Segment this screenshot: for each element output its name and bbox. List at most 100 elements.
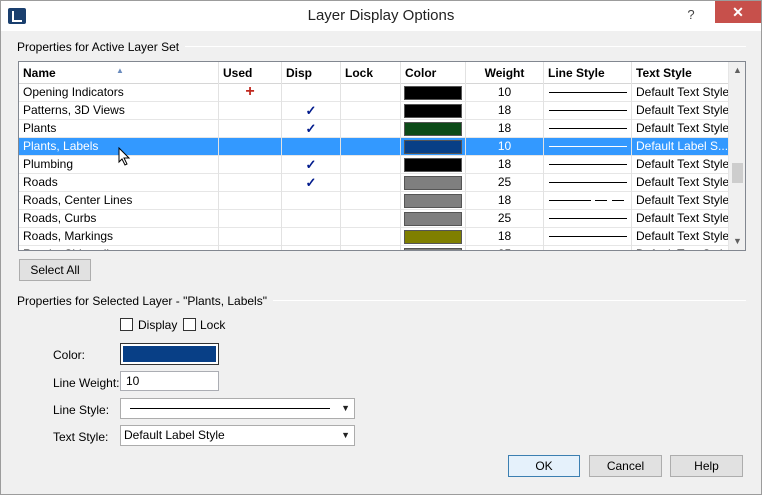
cell-text-style[interactable]: Default Text Style	[632, 120, 728, 138]
cell-used[interactable]	[219, 102, 282, 120]
cell-text-style[interactable]: Default Text Style	[632, 156, 728, 174]
scroll-down-icon[interactable]: ▼	[729, 233, 745, 250]
cell-text-style[interactable]: Default Text Style	[632, 210, 728, 228]
cell-weight[interactable]: 10	[466, 84, 544, 102]
table-row[interactable]: Roads, Sidewalks ✓ 25 Default Text Style	[19, 246, 728, 250]
table-row[interactable]: Roads, Markings 18 Default Text Style	[19, 228, 728, 246]
cell-used[interactable]	[219, 210, 282, 228]
cell-lock[interactable]	[341, 102, 401, 120]
cell-lock[interactable]	[341, 246, 401, 250]
cell-lock[interactable]	[341, 228, 401, 246]
cell-used[interactable]	[219, 246, 282, 250]
cell-disp[interactable]: ✓	[282, 102, 341, 120]
table-row[interactable]: Roads ✓ 25 Default Text Style	[19, 174, 728, 192]
cell-name[interactable]: Roads, Center Lines	[19, 192, 219, 210]
scrollbar-thumb[interactable]	[732, 163, 743, 183]
cell-color[interactable]	[401, 120, 466, 138]
color-picker-button[interactable]	[120, 343, 219, 365]
cell-text-style[interactable]: Default Text Style	[632, 102, 728, 120]
cell-disp[interactable]: ✓	[282, 246, 341, 250]
cell-name[interactable]: Roads, Markings	[19, 228, 219, 246]
cell-weight[interactable]: 18	[466, 156, 544, 174]
cell-used[interactable]	[219, 120, 282, 138]
cell-weight[interactable]: 18	[466, 192, 544, 210]
help-button[interactable]: Help	[670, 455, 743, 477]
table-row[interactable]: Roads, Curbs 25 Default Text Style	[19, 210, 728, 228]
cell-name[interactable]: Patterns, 3D Views	[19, 102, 219, 120]
cell-weight[interactable]: 18	[466, 228, 544, 246]
cell-text-style[interactable]: Default Text Style	[632, 84, 728, 102]
cell-lock[interactable]	[341, 84, 401, 102]
cell-color[interactable]	[401, 174, 466, 192]
cell-disp[interactable]	[282, 138, 341, 156]
cell-line-style[interactable]	[544, 192, 632, 210]
cell-line-style[interactable]	[544, 138, 632, 156]
cell-color[interactable]	[401, 246, 466, 250]
cell-disp[interactable]	[282, 84, 341, 102]
cell-used[interactable]	[219, 192, 282, 210]
cell-disp[interactable]: ✓	[282, 156, 341, 174]
cell-text-style[interactable]: Default Text Style	[632, 174, 728, 192]
cell-disp[interactable]	[282, 192, 341, 210]
cell-color[interactable]	[401, 138, 466, 156]
cell-weight[interactable]: 10	[466, 138, 544, 156]
col-text-style-header[interactable]: Text Style	[632, 62, 728, 84]
line-weight-input[interactable]: 10	[120, 371, 219, 391]
cell-lock[interactable]	[341, 138, 401, 156]
cell-used[interactable]	[219, 174, 282, 192]
cell-color[interactable]	[401, 228, 466, 246]
cell-weight[interactable]: 25	[466, 174, 544, 192]
cell-weight[interactable]: 18	[466, 102, 544, 120]
cell-name[interactable]: Roads	[19, 174, 219, 192]
cell-color[interactable]	[401, 156, 466, 174]
cell-disp[interactable]: ✓	[282, 120, 341, 138]
table-row[interactable]: Opening Indicators +10 Default Text Style	[19, 84, 728, 102]
title-help-button[interactable]: ?	[681, 7, 701, 25]
col-line-style-header[interactable]: Line Style	[544, 62, 632, 84]
cell-name[interactable]: Plants	[19, 120, 219, 138]
ok-button[interactable]: OK	[508, 455, 580, 477]
cell-disp[interactable]: ✓	[282, 174, 341, 192]
scroll-up-icon[interactable]: ▲	[729, 62, 745, 79]
cell-name[interactable]: Opening Indicators	[19, 84, 219, 102]
line-style-dropdown[interactable]: ▼	[120, 398, 355, 419]
vertical-scrollbar[interactable]: ▲ ▼	[728, 62, 745, 250]
text-style-dropdown[interactable]: Default Label Style ▼	[120, 425, 355, 446]
col-weight-header[interactable]: Weight	[466, 62, 544, 84]
cell-lock[interactable]	[341, 156, 401, 174]
cell-line-style[interactable]	[544, 210, 632, 228]
col-used-header[interactable]: Used	[219, 62, 282, 84]
cell-weight[interactable]: 18	[466, 120, 544, 138]
table-row[interactable]: Plants ✓ 18 Default Text Style	[19, 120, 728, 138]
cell-weight[interactable]: 25	[466, 246, 544, 250]
cell-used[interactable]	[219, 138, 282, 156]
col-name-header[interactable]: Name ▲	[19, 62, 219, 84]
cell-color[interactable]	[401, 84, 466, 102]
cell-disp[interactable]	[282, 228, 341, 246]
cell-line-style[interactable]	[544, 228, 632, 246]
cancel-button[interactable]: Cancel	[589, 455, 662, 477]
select-all-button[interactable]: Select All	[19, 259, 91, 281]
cell-line-style[interactable]	[544, 84, 632, 102]
cell-weight[interactable]: 25	[466, 210, 544, 228]
display-checkbox[interactable]	[120, 318, 133, 331]
cell-line-style[interactable]	[544, 246, 632, 250]
col-color-header[interactable]: Color	[401, 62, 466, 84]
cell-lock[interactable]	[341, 120, 401, 138]
cell-line-style[interactable]	[544, 156, 632, 174]
cell-line-style[interactable]	[544, 102, 632, 120]
cell-text-style[interactable]: Default Text Style	[632, 192, 728, 210]
col-lock-header[interactable]: Lock	[341, 62, 401, 84]
table-row[interactable]: Roads, Center Lines 18 Default Text Style	[19, 192, 728, 210]
cell-lock[interactable]	[341, 210, 401, 228]
cell-disp[interactable]	[282, 210, 341, 228]
cell-lock[interactable]	[341, 192, 401, 210]
lock-checkbox[interactable]	[183, 318, 196, 331]
cell-text-style[interactable]: Default Text Style	[632, 246, 728, 250]
cell-name[interactable]: Roads, Curbs	[19, 210, 219, 228]
cell-color[interactable]	[401, 192, 466, 210]
cell-text-style[interactable]: Default Text Style	[632, 228, 728, 246]
cell-color[interactable]	[401, 210, 466, 228]
cell-used[interactable]	[219, 228, 282, 246]
cell-color[interactable]	[401, 102, 466, 120]
